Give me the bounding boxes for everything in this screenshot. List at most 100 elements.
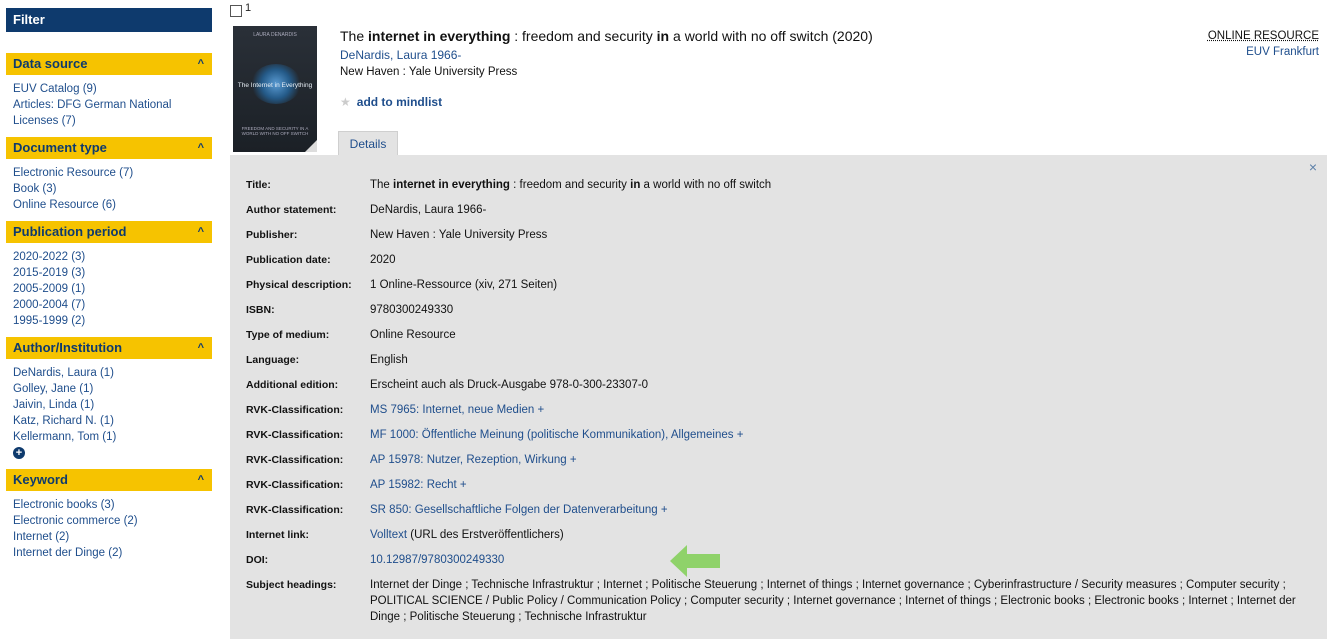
facet-header-document-type[interactable]: Document type ^ [6, 137, 212, 159]
detail-label: Subject headings: [246, 579, 337, 591]
facet-item[interactable]: 2005-2009 (1) [13, 281, 212, 297]
facet-title: Data source [13, 56, 88, 71]
facet-header-author-institution[interactable]: Author/Institution ^ [6, 337, 212, 359]
rvk-link[interactable]: MF 1000: Öffentliche Meinung (politische… [370, 423, 743, 448]
facet-item[interactable]: Kellermann, Tom (1) [13, 429, 212, 445]
facet-item-label[interactable]: 2015-2019 [13, 267, 68, 279]
chevron-up-icon[interactable]: ^ [198, 221, 204, 243]
add-to-mindlist-button[interactable]: ★ add to mindlist [340, 95, 442, 109]
facet-item-label[interactable]: Katz, Richard N. [13, 415, 97, 427]
book-cover[interactable]: LAURA DENARDIS The Internet in Everythin… [233, 26, 317, 152]
facet-item-label[interactable]: Book [13, 183, 39, 195]
facet-item-label[interactable]: Articles: DFG German National Licenses [13, 99, 172, 127]
doi-link[interactable]: 10.12987/9780300249330 [370, 548, 504, 573]
facet-item-count: (1) [99, 367, 114, 379]
detail-label: Author statement: [246, 204, 337, 216]
facet-item-label[interactable]: Electronic books [13, 499, 97, 511]
location-link[interactable]: EUV Frankfurt [1208, 46, 1319, 58]
rvk-link[interactable]: MS 7965: Internet, neue Medien + [370, 398, 544, 423]
title-highlight: in [656, 28, 670, 44]
facet-item-label[interactable]: Online Resource [13, 199, 99, 211]
facet-item[interactable]: Electronic commerce (2) [13, 513, 212, 529]
facet-item[interactable]: Electronic books (3) [13, 497, 212, 513]
facet-item-count: (3) [100, 499, 115, 511]
facet-item-label[interactable]: Internet der Dinge [13, 547, 105, 559]
facet-item-count: (3) [71, 251, 86, 263]
record-select-checkbox[interactable] [230, 5, 242, 17]
facet-item-label[interactable]: DeNardis, Laura [13, 367, 97, 379]
facet-item-label[interactable]: Golley, Jane [13, 383, 76, 395]
chevron-up-icon[interactable]: ^ [198, 469, 204, 491]
facet-item-count: (2) [71, 315, 86, 327]
facet-item-label[interactable]: Electronic Resource [13, 167, 116, 179]
facet-item-count: (2) [123, 515, 138, 527]
facet-item[interactable]: 2020-2022 (3) [13, 249, 212, 265]
details-rows: Title: The internet in everything : free… [246, 173, 1316, 625]
facet-item-label[interactable]: EUV Catalog [13, 83, 79, 95]
chevron-up-icon[interactable]: ^ [198, 137, 204, 159]
cover-fold [305, 140, 317, 152]
facet-item[interactable]: Jaivin, Linda (1) [13, 397, 212, 413]
detail-value: Volltext (URL des Erstveröffentlichers) [370, 523, 564, 548]
resource-type: ONLINE RESOURCE [1207, 30, 1319, 42]
chevron-up-icon[interactable]: ^ [198, 337, 204, 359]
record-author-link[interactable]: DeNardis, Laura 1966- [340, 48, 461, 62]
facet-item-label[interactable]: Internet [13, 531, 52, 543]
facet-title: Author/Institution [13, 340, 123, 355]
facet-header-keyword[interactable]: Keyword ^ [6, 469, 212, 491]
facet-header-data-source[interactable]: Data source ^ [6, 53, 212, 75]
facet-item[interactable]: Internet der Dinge (2) [13, 545, 212, 561]
fulltext-link[interactable]: Volltext [370, 529, 407, 541]
more-facets[interactable]: + [13, 445, 212, 461]
detail-label: Type of medium: [246, 329, 330, 341]
facet-item-count: (6) [101, 199, 116, 211]
facet-item[interactable]: Book (3) [13, 181, 212, 197]
facet-header-publication-period[interactable]: Publication period ^ [6, 221, 212, 243]
facet-item-count: (2) [108, 547, 123, 559]
rvk-link[interactable]: SR 850: Gesellschaftliche Folgen der Dat… [370, 498, 668, 523]
detail-label: RVK-Classification: [246, 479, 344, 491]
filter-header: Filter [6, 8, 212, 32]
facet-item[interactable]: Online Resource (6) [13, 197, 212, 213]
facet-item-label[interactable]: 2005-2009 [13, 283, 68, 295]
record-title[interactable]: The internet in everything : freedom and… [340, 28, 873, 44]
facet-item-count: (7) [119, 167, 134, 179]
facet-item-label[interactable]: Jaivin, Linda [13, 399, 77, 411]
facet-item[interactable]: 2000-2004 (7) [13, 297, 212, 313]
facet-item-label[interactable]: Electronic commerce [13, 515, 120, 527]
title-part: The [370, 179, 394, 191]
facet-item-label[interactable]: 1995-1999 [13, 315, 68, 327]
detail-row: Type of medium: Online Resource [246, 323, 1316, 348]
detail-value: New Haven : Yale University Press [370, 229, 548, 241]
facet-item[interactable]: 1995-1999 (2) [13, 313, 212, 329]
facet-item[interactable]: DeNardis, Laura (1) [13, 365, 212, 381]
facet-item[interactable]: Electronic Resource (7) [13, 165, 212, 181]
title-highlight: internet in everything [368, 28, 511, 44]
detail-label: RVK-Classification: [246, 504, 344, 516]
facet-item-label[interactable]: 2020-2022 [13, 251, 68, 263]
facet-item[interactable]: EUV Catalog (9) [13, 81, 212, 97]
details-panel: × Title: The internet in everything : fr… [230, 155, 1327, 639]
resource-info: ONLINE RESOURCE EUV Frankfurt [1208, 30, 1319, 58]
facet-item[interactable]: 2015-2019 (3) [13, 265, 212, 281]
filter-sidebar: Filter Data source ^ EUV Catalog (9) Art… [0, 0, 212, 639]
facet-item[interactable]: Internet (2) [13, 529, 212, 545]
facet-item-label[interactable]: 2000-2004 [13, 299, 68, 311]
rvk-link[interactable]: AP 15982: Recht + [370, 473, 467, 498]
link-note: (URL des Erstveröffentlichers) [407, 529, 564, 541]
plus-circle-icon[interactable]: + [13, 447, 25, 459]
detail-label: RVK-Classification: [246, 454, 344, 466]
rvk-link[interactable]: AP 15978: Nutzer, Rezeption, Wirkung + [370, 448, 577, 473]
facet-item[interactable]: Golley, Jane (1) [13, 381, 212, 397]
detail-row-subjects: Subject headings: Internet der Dinge ; Te… [246, 573, 1316, 625]
title-part: a world with no off switch (2020) [669, 28, 873, 44]
chevron-up-icon[interactable]: ^ [198, 53, 204, 75]
facet-item[interactable]: Articles: DFG German National Licenses (… [13, 97, 212, 129]
facet-item-count: (9) [82, 83, 97, 95]
arrow-left-icon [670, 545, 720, 577]
facet-item-label[interactable]: Kellermann, Tom [13, 431, 99, 443]
facet-item[interactable]: Katz, Richard N. (1) [13, 413, 212, 429]
tab-details[interactable]: Details [338, 131, 398, 156]
facet-item-count: (2) [55, 531, 70, 543]
detail-label: RVK-Classification: [246, 404, 344, 416]
